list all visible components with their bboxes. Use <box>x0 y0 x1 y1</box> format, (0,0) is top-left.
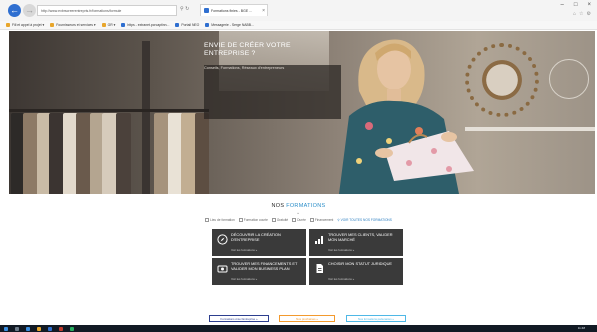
card-title: CHOISIR MON STATUT JURIDIQUE <box>328 261 392 266</box>
compass-icon <box>217 234 228 245</box>
browser-window: { "browser": { "address": "http://www.ex… <box>0 0 597 332</box>
card-link[interactable]: Voir les formations » <box>231 277 257 281</box>
card-title: TROUVER MES FINANCEMENTS ET VALIDER MON … <box>231 261 298 271</box>
card-link[interactable]: Voir les formations » <box>231 248 257 252</box>
formation-cards: DÉCOUVRIR LA CRÉATION D'ENTREPRISE Voir … <box>0 0 597 332</box>
taskbar-app-icon[interactable] <box>70 326 74 331</box>
taskbar-clock: 11:48 <box>577 326 585 330</box>
card-link[interactable]: Voir les formations » <box>328 248 354 252</box>
card-financements[interactable]: TROUVER MES FINANCEMENTS ET VALIDER MON … <box>212 258 306 285</box>
bottom-button-partners[interactable]: Nos formations partenaires » <box>346 315 406 322</box>
taskbar-browser-icon[interactable] <box>26 326 30 331</box>
taskbar-mail-icon[interactable] <box>48 326 52 331</box>
card-link[interactable]: Voir les formations » <box>328 277 354 281</box>
bottom-button-secondary[interactable]: Nos prochaines » <box>279 315 335 322</box>
card-title: TROUVER MES CLIENTS, VALIDER MON MARCHÉ <box>328 232 393 242</box>
card-clients[interactable]: TROUVER MES CLIENTS, VALIDER MON MARCHÉ … <box>309 229 403 256</box>
bottom-button-primary[interactable]: Formations créer Entreprise » <box>209 315 269 322</box>
document-icon <box>314 263 325 274</box>
taskbar: 11:48 <box>0 325 597 332</box>
taskbar-app-icon[interactable] <box>59 326 63 331</box>
chart-icon <box>314 234 325 245</box>
card-decouvrir[interactable]: DÉCOUVRIR LA CRÉATION D'ENTREPRISE Voir … <box>212 229 306 256</box>
taskbar-app-icon[interactable] <box>15 326 19 331</box>
card-title: DÉCOUVRIR LA CRÉATION D'ENTREPRISE <box>231 232 281 242</box>
taskbar-folder-icon[interactable] <box>37 326 41 331</box>
card-statut[interactable]: CHOISIR MON STATUT JURIDIQUE Voir les fo… <box>309 258 403 285</box>
money-icon <box>217 263 228 274</box>
windows-start-icon[interactable] <box>4 326 8 331</box>
